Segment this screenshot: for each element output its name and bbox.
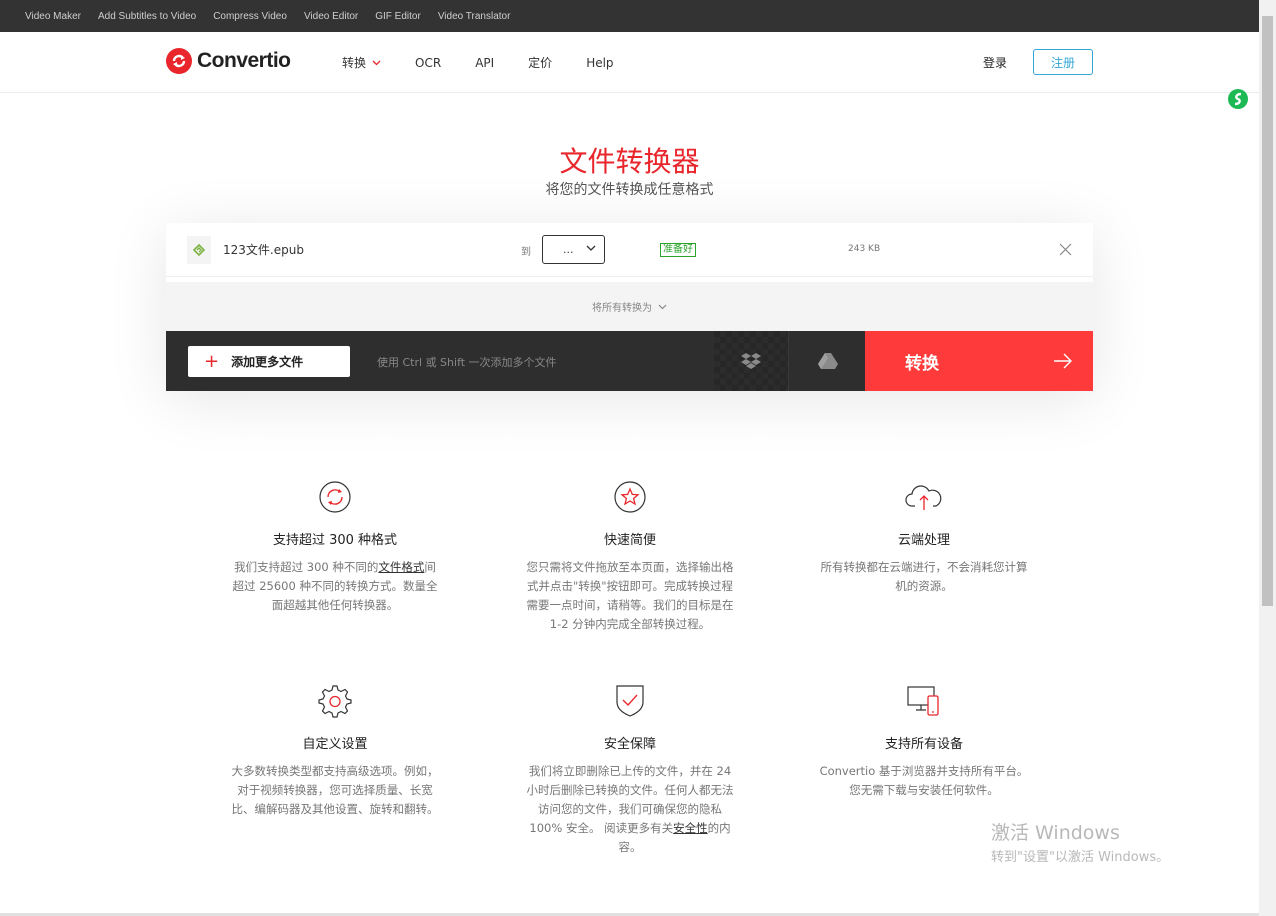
nav-help[interactable]: Help xyxy=(586,56,613,70)
page-title: 文件转换器 xyxy=(559,145,700,178)
scrollbar-thumb[interactable] xyxy=(1262,16,1273,606)
feature-title: 支持所有设备 xyxy=(884,737,963,752)
converter-panel: 123文件.epub 到 ... 准备好 243 KB 将所有转换为 + 添加更… xyxy=(166,223,1093,391)
logo-icon xyxy=(166,48,192,74)
feature-title: 支持超过 300 种格式 xyxy=(272,533,398,548)
topbar-link-compress-video[interactable]: Compress Video xyxy=(213,11,287,22)
feature-title: 云端处理 xyxy=(897,533,950,548)
dropbox-button[interactable] xyxy=(714,331,789,391)
arrow-right-icon xyxy=(1054,353,1072,369)
nav-ocr[interactable]: OCR xyxy=(415,56,441,70)
windows-activation-title: 激活 Windows xyxy=(991,822,1120,844)
feature-title: 自定义设置 xyxy=(302,737,368,752)
output-format-select[interactable]: ... xyxy=(542,235,605,264)
feature-description: 我们将立即删除已上传的文件，并在 24 小时后删除已转换的文件。任何人都无法访问… xyxy=(526,764,734,854)
feature-title: 快速简便 xyxy=(603,533,656,548)
logo-text: Convertio xyxy=(197,49,291,72)
nav-convert-label: 转换 xyxy=(342,56,367,70)
feature-description: 您只需将文件拖放至本页面，选择输出格式并点击"转换"按钮即可。完成转换过程需要一… xyxy=(526,560,734,631)
feature-description: Convertio 基于浏览器并支持所有平台。您无需下载与安装任何软件。 xyxy=(819,764,1029,797)
cloud-upload-icon xyxy=(905,485,942,510)
shield-icon xyxy=(616,685,644,717)
topbar-link-video-maker[interactable]: Video Maker xyxy=(25,11,81,22)
chevron-down-icon xyxy=(586,245,596,251)
nav-api[interactable]: API xyxy=(475,56,494,70)
google-drive-button[interactable] xyxy=(790,331,865,391)
main-nav: 转换 OCR API 定价 Help xyxy=(342,54,648,71)
feature-custom-settings: 自定义设置 大多数转换类型都支持高级选项。例如，对于视频转换器，您可选择质量、长… xyxy=(230,683,440,819)
to-label: 到 xyxy=(521,247,531,258)
file-row: 123文件.epub 到 ... 准备好 243 KB xyxy=(166,223,1093,277)
convert-button[interactable]: 转换 xyxy=(865,331,1093,391)
security-link[interactable]: 安全性 xyxy=(673,821,708,835)
feature-fast: 快速简便 您只需将文件拖放至本页面，选择输出格式并点击"转换"按钮即可。完成转换… xyxy=(525,479,735,634)
convert-all-label: 将所有转换为 xyxy=(592,303,652,314)
dropbox-icon xyxy=(741,353,761,369)
chevron-down-icon xyxy=(658,304,667,309)
output-format-value: ... xyxy=(563,243,574,256)
nav-convert[interactable]: 转换 xyxy=(342,54,381,71)
windows-activation-hint: 转到"设置"以激活 Windows。 xyxy=(991,850,1170,865)
topbar-link-video-translator[interactable]: Video Translator xyxy=(438,11,511,22)
feature-title: 安全保障 xyxy=(603,737,656,752)
add-more-files-label: 添加更多文件 xyxy=(231,355,304,369)
file-size: 243 KB xyxy=(848,244,881,254)
plus-icon: + xyxy=(204,350,220,372)
chevron-down-icon xyxy=(372,60,381,65)
feature-description: 所有转换都在云端进行，不会消耗您计算机的资源。 xyxy=(820,560,1028,593)
topbar-link-add-subtitles[interactable]: Add Subtitles to Video xyxy=(98,11,196,22)
feature-description: 大多数转换类型都支持高级选项。例如，对于视频转换器，您可选择质量、长宽比、编解码… xyxy=(231,764,439,816)
convert-button-label: 转换 xyxy=(905,354,939,374)
file-formats-link[interactable]: 文件格式 xyxy=(378,560,424,574)
site-header: Convertio 转换 OCR API 定价 Help 登录 注册 xyxy=(0,32,1259,93)
refresh-icon xyxy=(319,481,351,513)
nav-pricing[interactable]: 定价 xyxy=(528,54,552,71)
feature-cloud: 云端处理 所有转换都在云端进行，不会消耗您计算机的资源。 xyxy=(819,479,1029,596)
close-icon[interactable] xyxy=(1059,243,1072,256)
file-name: 123文件.epub xyxy=(223,243,304,257)
extension-icon[interactable] xyxy=(1228,89,1248,109)
epub-file-icon xyxy=(187,236,211,264)
status-badge: 准备好 xyxy=(660,243,696,257)
devices-icon xyxy=(907,686,939,716)
gear-icon xyxy=(318,685,352,718)
star-icon xyxy=(614,481,646,513)
login-link[interactable]: 登录 xyxy=(983,54,1007,71)
add-more-files-button[interactable]: + 添加更多文件 xyxy=(188,346,350,377)
topbar-link-gif-editor[interactable]: GIF Editor xyxy=(375,11,421,22)
top-tools-bar: Video Maker Add Subtitles to Video Compr… xyxy=(0,0,1259,32)
google-drive-icon xyxy=(817,353,838,369)
feature-description: 我们支持超过 300 种不同的文件格式间超过 25600 种不同的转换方式。数量… xyxy=(232,560,438,612)
feature-security: 安全保障 我们将立即删除已上传的文件，并在 24 小时后删除已转换的文件。任何人… xyxy=(525,683,735,857)
topbar-link-video-editor[interactable]: Video Editor xyxy=(304,11,358,22)
page-subtitle: 将您的文件转换成任意格式 xyxy=(545,182,714,198)
feature-devices: 支持所有设备 Convertio 基于浏览器并支持所有平台。您无需下载与安装任何… xyxy=(819,683,1029,800)
register-button[interactable]: 注册 xyxy=(1033,49,1093,75)
feature-formats: 支持超过 300 种格式 我们支持超过 300 种不同的文件格式间超过 2560… xyxy=(230,479,440,615)
convert-all-dropdown[interactable]: 将所有转换为 xyxy=(166,282,1093,331)
logo[interactable]: Convertio xyxy=(166,48,291,74)
action-bar: + 添加更多文件 使用 Ctrl 或 Shift 一次添加多个文件 转换 xyxy=(166,331,1093,391)
add-files-hint: 使用 Ctrl 或 Shift 一次添加多个文件 xyxy=(377,356,557,369)
